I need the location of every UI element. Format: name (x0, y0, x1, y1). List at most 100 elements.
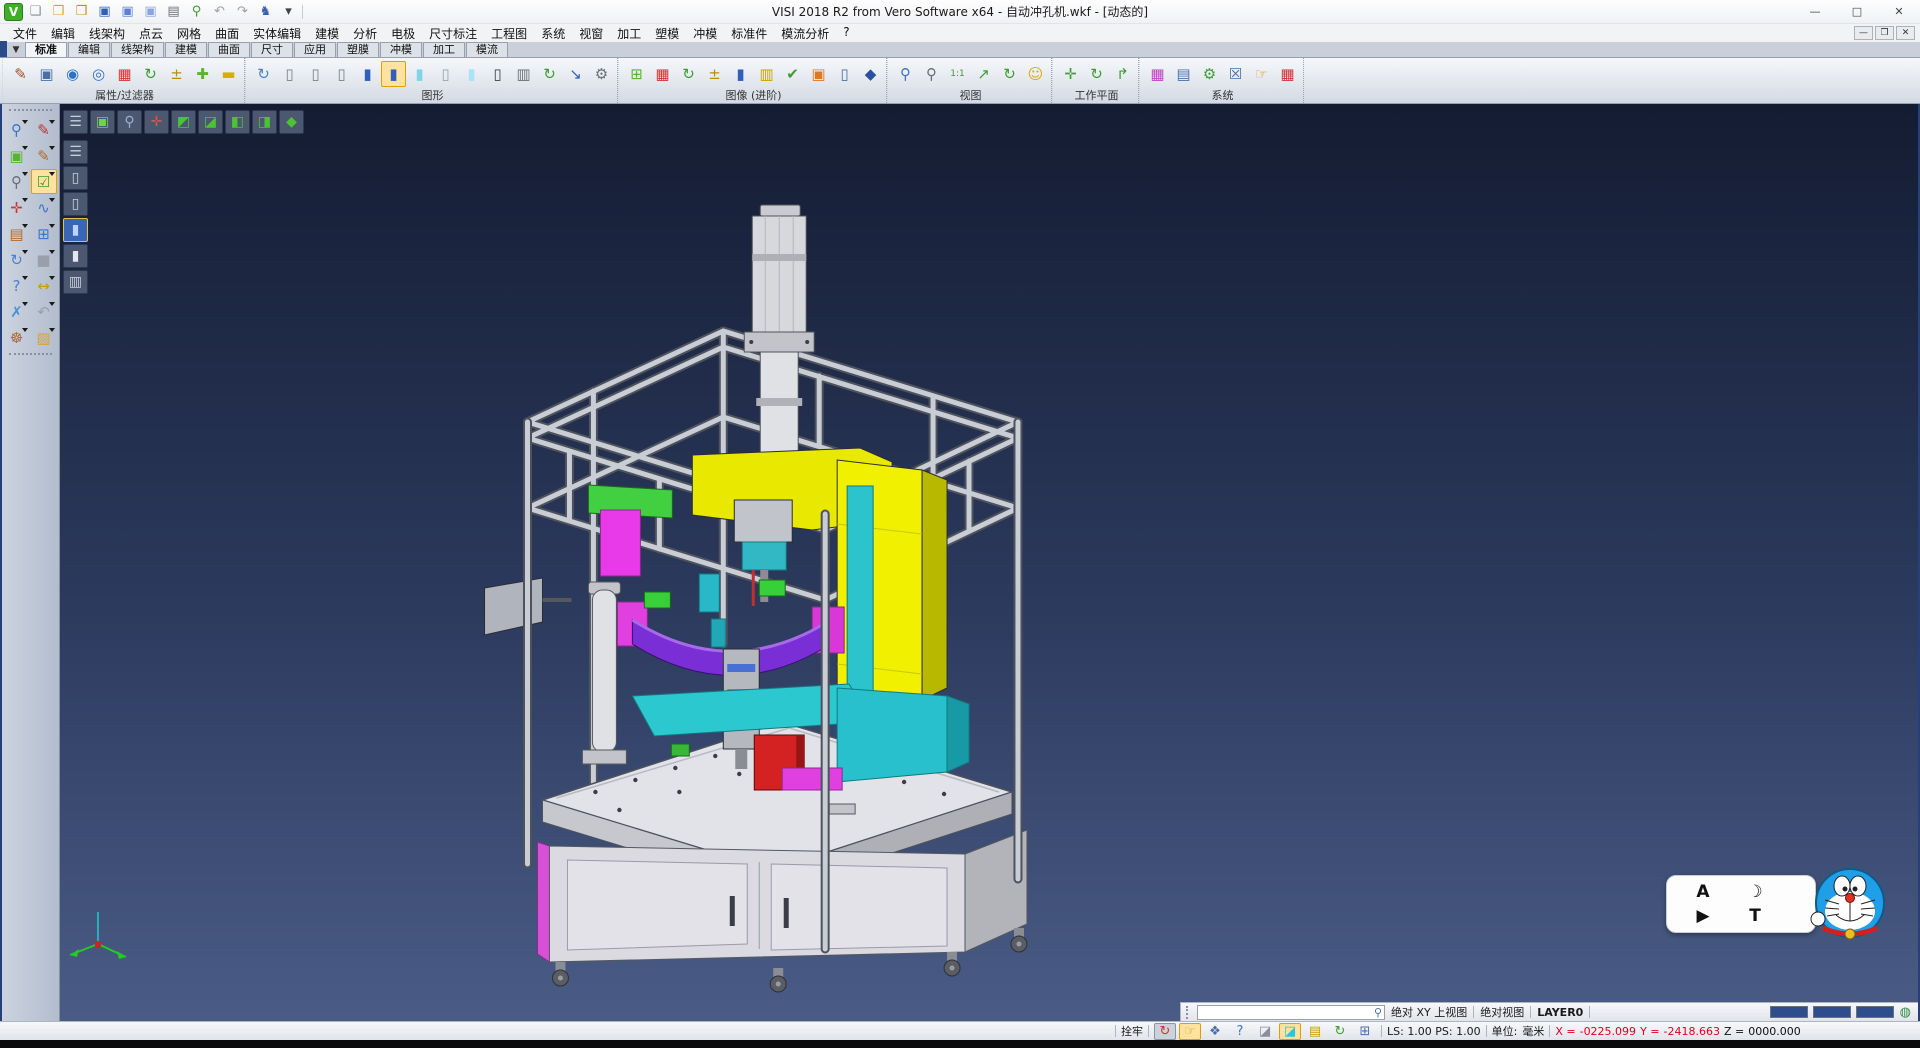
ime-symbol[interactable]: ▶ (1696, 908, 1709, 925)
refresh-visibility-icon[interactable]: ↻ (138, 61, 163, 87)
zoom-dynamic-icon[interactable]: ⚲ (893, 61, 918, 87)
visi-logo-icon[interactable]: V (4, 3, 23, 21)
ime-widget[interactable]: A☽▶T (1666, 863, 1894, 941)
apply-shading-icon[interactable]: ↘ (563, 61, 588, 87)
undo-tool-icon[interactable]: ↶ (31, 299, 57, 324)
striped-cylinder-icon[interactable]: ▥ (754, 61, 779, 87)
solid-mask-icon[interactable]: ◪ (1254, 1023, 1276, 1040)
zoom-extents-tool-icon[interactable]: ▣ (4, 143, 30, 168)
new-file-icon[interactable]: ❏ (25, 2, 46, 21)
ime-symbol[interactable]: ☽ (1747, 884, 1762, 901)
curve-tool-icon[interactable]: ∿ (31, 195, 57, 220)
selection-toggle-icon[interactable]: ☑ (31, 169, 57, 194)
ime-symbol[interactable]: A (1696, 884, 1709, 901)
statusbar-grip[interactable] (1186, 1006, 1191, 1019)
advanced-refresh-icon[interactable]: ↻ (676, 61, 701, 87)
maximize-button[interactable]: □ (1836, 0, 1878, 23)
print-icon[interactable]: ▤ (163, 2, 184, 21)
view-rotate-icon[interactable]: ↻ (997, 61, 1022, 87)
doc-close-button[interactable]: ✕ (1896, 26, 1915, 40)
snap-tool-icon[interactable]: ❖ (1204, 1023, 1226, 1040)
auto-rotate-icon[interactable]: ↻ (1329, 1023, 1351, 1040)
view-top-cube-icon[interactable]: ◩ (171, 110, 196, 134)
redo-icon[interactable]: ↷ (232, 2, 253, 21)
glass-mode-icon[interactable]: ▮ (459, 61, 484, 87)
match-attributes-icon[interactable]: ▣ (34, 61, 59, 87)
remove-from-view-icon[interactable]: ▬ (216, 61, 241, 87)
active-layer-label[interactable]: LAYER0 (1537, 1006, 1583, 1019)
layer-swatch[interactable] (1813, 1006, 1851, 1018)
doc-minimize-button[interactable]: — (1854, 26, 1873, 40)
zoom-solid-tool-icon[interactable]: ⚲ (4, 169, 30, 194)
system-tools-icon[interactable]: ⚙ (1197, 61, 1222, 87)
viewport-menu-icon[interactable]: ☰ (63, 110, 88, 134)
display-list-icon[interactable]: ▤ (1304, 1023, 1326, 1040)
ucs-axes-icon[interactable]: ✛ (4, 195, 30, 220)
workplane-rotate-icon[interactable]: ↻ (1084, 61, 1109, 87)
context-help-icon[interactable]: ? (1229, 1023, 1251, 1040)
hide-entities-icon[interactable]: ◎ (86, 61, 111, 87)
color-table-icon[interactable]: ▦ (1145, 61, 1170, 87)
sync-lock-icon[interactable]: ↻ (1154, 1023, 1176, 1040)
zoom-window-icon[interactable]: ⚲ (919, 61, 944, 87)
transparent-mode-icon[interactable]: ▮ (407, 61, 432, 87)
customize-tool-icon[interactable]: ☸ (4, 325, 30, 350)
layer-manager-icon[interactable]: ▤ (4, 221, 30, 246)
lock-label[interactable]: 拴牢 (1121, 1023, 1143, 1039)
open-recent-icon[interactable]: ❒ (71, 2, 92, 21)
verified-solid-icon[interactable]: ✔ (780, 61, 805, 87)
system-settings-icon[interactable]: ▤ (1171, 61, 1196, 87)
wireframe-mode-icon[interactable]: ▯ (277, 61, 302, 87)
doc-restore-button[interactable]: ❐ (1875, 26, 1894, 40)
add-to-view-icon[interactable]: ✚ (190, 61, 215, 87)
dynamic-highlight-icon[interactable]: ◪ (1279, 1023, 1301, 1040)
solid-view-icon[interactable]: ◆ (858, 61, 883, 87)
strip-menu-icon[interactable]: ☰ (63, 140, 88, 164)
export-solid-icon[interactable]: ▣ (806, 61, 831, 87)
macro-icon[interactable]: ♞ (255, 2, 276, 21)
help-tool-icon[interactable]: ? (4, 273, 30, 298)
minimize-button[interactable]: — (1794, 0, 1836, 23)
hidden-line-mode-icon[interactable]: ▯ (303, 61, 328, 87)
view-vector-icon[interactable]: ↗ (971, 61, 996, 87)
search-icon[interactable]: ⚲ (1372, 1006, 1384, 1019)
advanced-filter-icon[interactable]: ▦ (650, 61, 675, 87)
edit-entity-icon[interactable]: ✎ (31, 143, 57, 168)
wireframe-solid-icon[interactable]: ▯ (832, 61, 857, 87)
mesh-mode-icon[interactable]: ▥ (511, 61, 536, 87)
dashed-mode-icon[interactable]: ▯ (329, 61, 354, 87)
shaded-mode-icon[interactable]: ▮ (355, 61, 380, 87)
erase-entity-icon[interactable]: ✎ (31, 117, 57, 142)
print-preview-icon[interactable]: ⚲ (186, 2, 207, 21)
image-capture-icon[interactable]: ▨ (31, 325, 57, 350)
measure-tool-icon[interactable]: ↔ (31, 273, 57, 298)
solid-cylinder-icon[interactable]: ▮ (728, 61, 753, 87)
workplane-create-icon[interactable]: ✛ (1058, 61, 1083, 87)
zoom-actual-icon[interactable]: 1:1 (945, 61, 970, 87)
regenerate-icon[interactable]: ↻ (4, 247, 30, 272)
visibility-filter-icon[interactable]: ▦ (112, 61, 137, 87)
update-shading-icon[interactable]: ↻ (537, 61, 562, 87)
view-mode-label[interactable]: 绝对 XY 上视图 (1391, 1004, 1467, 1020)
view-right-cube-icon[interactable]: ◨ (252, 110, 277, 134)
dark-mode-icon[interactable]: ▯ (485, 61, 510, 87)
window-views-icon[interactable]: ⊞ (31, 221, 57, 246)
tab-dropdown-icon[interactable]: ▼ (7, 42, 25, 57)
open-file-icon[interactable]: ❒ (48, 2, 69, 21)
delete-tool-icon[interactable]: ✗ (4, 299, 30, 324)
globe-icon[interactable]: ◍ (1900, 1005, 1913, 1020)
save-all-icon[interactable]: ▣ (140, 2, 161, 21)
advanced-show-icon[interactable]: ⊞ (624, 61, 649, 87)
search-input[interactable] (1198, 1006, 1372, 1019)
render-settings-icon[interactable]: ⚙ (589, 61, 614, 87)
view-left-cube-icon[interactable]: ◆ (279, 110, 304, 134)
3d-viewport[interactable]: ☰▣⚲✛◩◪◧◨◆ ☰▯▯▮▮▥ A☽▶T (60, 104, 1918, 1021)
close-button[interactable]: ✕ (1878, 0, 1920, 23)
grid-settings-icon[interactable]: ▦ (1275, 61, 1300, 87)
units-value[interactable]: 毫米 (1522, 1023, 1544, 1039)
machine-3d-model[interactable] (60, 104, 1918, 1021)
multi-view-icon[interactable]: ⊞ (1354, 1023, 1376, 1040)
shade-wireframe-icon[interactable]: ▯ (63, 166, 88, 190)
view-bottom-cube-icon[interactable]: ◪ (198, 110, 223, 134)
view-front-cube-icon[interactable]: ◧ (225, 110, 250, 134)
